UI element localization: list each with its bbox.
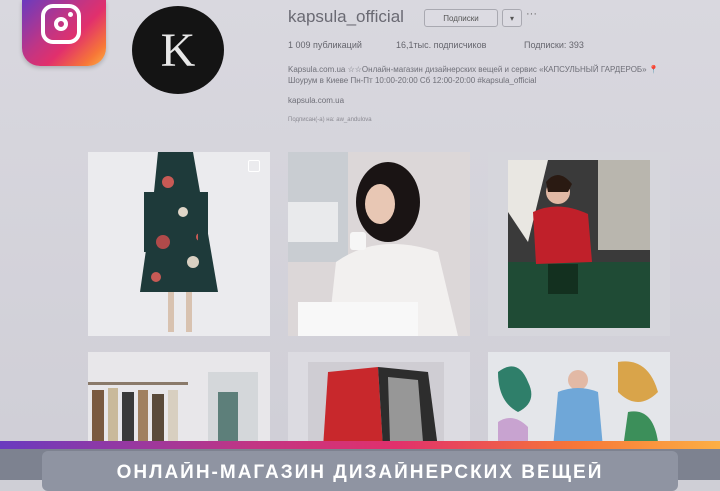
followed-by-text: Подписан(-а) на: aw_andulova [288,117,372,123]
profile-bio: Kapsula.com.ua ☆☆Онлайн-магазин дизайнер… [288,65,659,85]
banner-caption: ОНЛАЙН-МАГАЗИН ДИЗАЙНЕРСКИХ ВЕЩЕЙ [116,462,604,483]
followers-count[interactable]: 16,1тыс. подписчиков [396,40,486,50]
chevron-down-icon[interactable]: ▾ [502,9,522,27]
clothes-rack-photo [88,352,270,448]
posts-count: 1 009 публикаций [288,40,362,50]
following-button[interactable]: Подписки [424,9,498,27]
multiple-images-icon [248,160,260,172]
post-thumbnail[interactable] [88,352,270,448]
floral-dress-photo [88,152,270,336]
avatar[interactable]: K [132,6,224,94]
illustration-photo [488,352,670,448]
profile-link[interactable]: kapsula.com.ua [288,96,344,105]
post-thumbnail[interactable] [288,352,470,448]
red-sweater-photo [488,152,670,336]
outfits-photo [288,352,470,448]
post-thumbnail[interactable] [88,152,270,336]
instagram-profile-page: K kapsula_official Подписки ▾ ··· 1 009 … [0,0,720,491]
post-thumbnail[interactable] [488,352,670,448]
following-count[interactable]: Подписки: 393 [524,40,584,50]
woman-coffee-photo [288,152,470,336]
post-thumbnail[interactable] [288,152,470,336]
profile-username: kapsula_official [288,7,404,26]
instagram-gradient-divider [0,441,720,449]
more-icon[interactable]: ··· [526,8,537,20]
avatar-letter: K [160,23,196,77]
post-thumbnail[interactable] [488,152,670,336]
instagram-logo-icon [22,0,106,66]
